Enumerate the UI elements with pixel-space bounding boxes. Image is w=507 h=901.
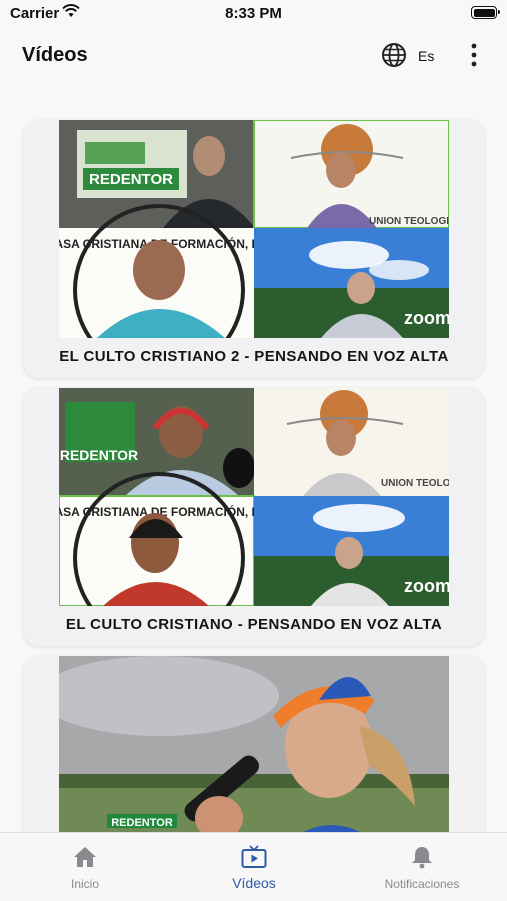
video-thumbnail[interactable]: REDENTOR UNION TEOLOGICA CASA CRISTIANA … — [59, 388, 449, 606]
app-bar: Vídeos Es — [0, 28, 507, 84]
tab-notificaciones[interactable]: Notificaciones — [362, 833, 482, 901]
video-feed[interactable]: REDENTOR UNION TEOLOGICA CASA CRISTIANA … — [0, 84, 507, 832]
video-card[interactable]: REDENTOR UNION TEOLOGICA CASA CRISTIANA … — [24, 120, 484, 378]
video-thumbnail[interactable]: REDENTOR — [59, 656, 449, 832]
zoom-watermark: zoom — [404, 576, 449, 596]
home-icon — [74, 847, 96, 867]
station-logo-text: REDENTOR — [89, 171, 173, 188]
globe-icon[interactable] — [381, 42, 407, 68]
station-logo-text: REDENTOR — [111, 817, 173, 829]
seminary-text: UNION TEOLOGICA — [381, 478, 449, 489]
bell-icon — [412, 847, 432, 869]
page-title: Vídeos — [22, 44, 88, 66]
tab-bar: Inicio Vídeos Notificaciones — [0, 832, 507, 901]
video-card[interactable]: REDENTOR — [24, 656, 484, 832]
station-logo-text: REDENTOR — [60, 447, 138, 463]
tab-videos[interactable]: Vídeos — [194, 833, 314, 901]
zoom-watermark: zoom — [404, 308, 449, 328]
video-thumbnail[interactable]: REDENTOR UNION TEOLOGICA CASA CRISTIANA … — [59, 120, 449, 338]
video-card[interactable]: REDENTOR UNION TEOLOGICA CASA CRISTIANA … — [24, 388, 484, 646]
tab-label: Vídeos — [232, 875, 276, 891]
status-time: 8:33 PM — [225, 5, 282, 22]
tab-label: Inicio — [70, 877, 99, 891]
seminary-text: UNION TEOLOGICA — [369, 216, 449, 227]
video-title[interactable]: EL CULTO CRISTIANO - PENSANDO EN VOZ ALT… — [24, 616, 484, 633]
video-title[interactable]: EL CULTO CRISTIANO 2 - PENSANDO EN VOZ A… — [24, 348, 484, 365]
tv-play-icon — [241, 845, 267, 868]
tab-inicio[interactable]: Inicio — [25, 833, 145, 901]
status-bar: Carrier 8:33 PM — [0, 0, 507, 28]
language-selector[interactable]: Es — [418, 48, 434, 64]
battery-icon — [471, 6, 500, 19]
more-vertical-icon[interactable] — [464, 42, 484, 68]
tab-label: Notificaciones — [384, 877, 460, 891]
